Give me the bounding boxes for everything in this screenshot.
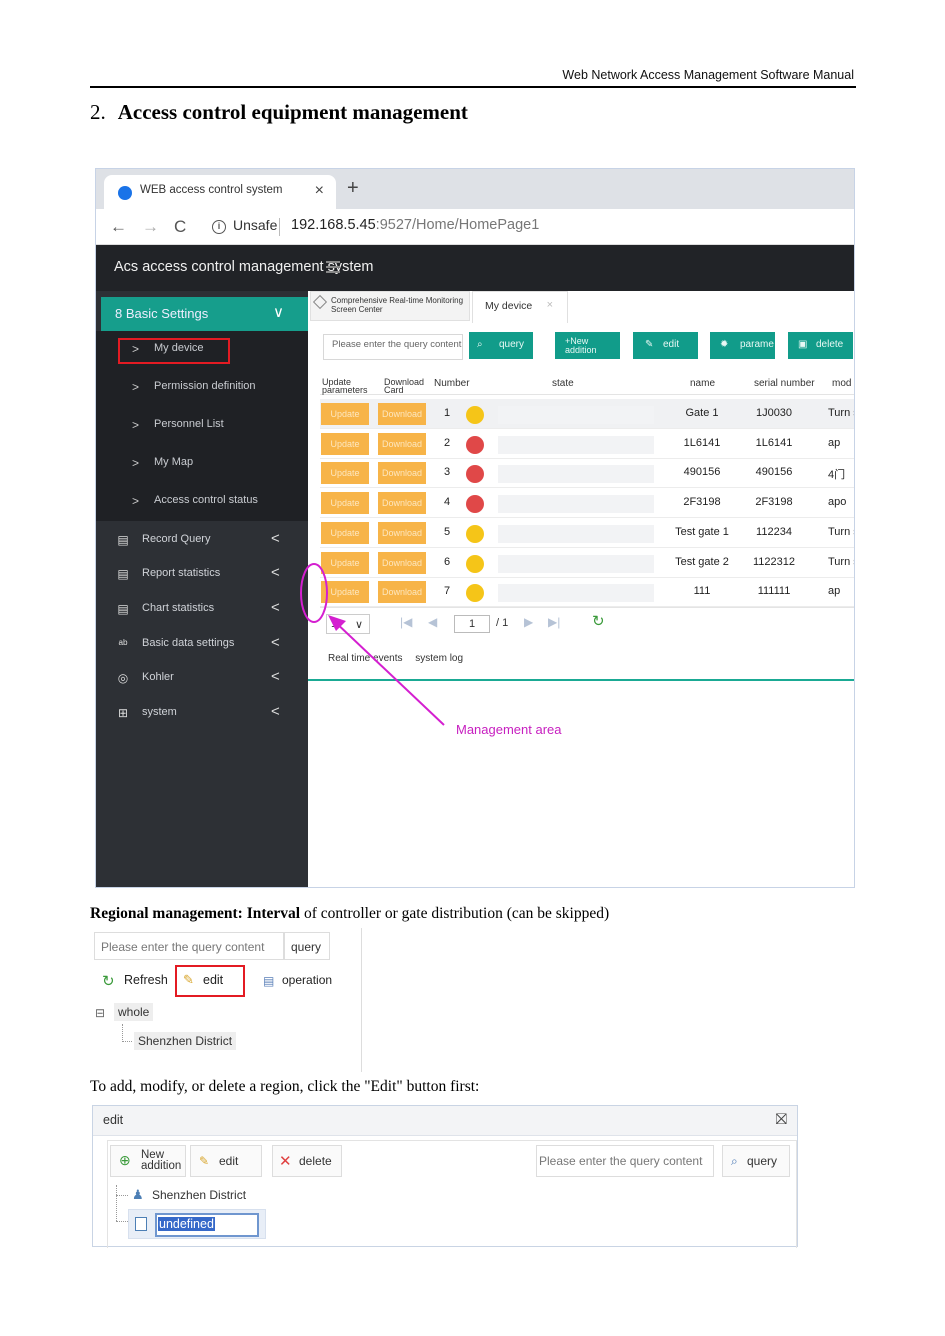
- dialog-new-label: New addition: [141, 1149, 182, 1172]
- tree-collapse-icon[interactable]: ⊟: [95, 1006, 105, 1020]
- dialog-new-button[interactable]: ⊕ New addition: [110, 1145, 186, 1177]
- tree-connector: [122, 1024, 123, 1042]
- regional-caption: Regional management: Interval of control…: [90, 905, 609, 923]
- tree-connector: [116, 1221, 128, 1222]
- dialog-title: edit: [103, 1113, 124, 1127]
- file-icon: [135, 1217, 147, 1231]
- tree-connector: [116, 1195, 128, 1196]
- dialog-query-label: query: [747, 1154, 778, 1168]
- refresh-icon[interactable]: ↻: [102, 972, 115, 990]
- tree-connector: [116, 1185, 117, 1221]
- tree-node-shenzhen[interactable]: Shenzhen District: [152, 1188, 246, 1202]
- manual-title: Web Network Access Management Software M…: [562, 68, 854, 82]
- dialog-search-input[interactable]: Please enter the query content: [536, 1145, 714, 1177]
- tree-node-shenzhen[interactable]: Shenzhen District: [134, 1032, 237, 1050]
- region-search-placeholder: Please enter the query content: [101, 940, 265, 954]
- dialog-header: edit ⛝: [93, 1106, 797, 1136]
- annotation-label: Management area: [456, 722, 562, 737]
- dialog-edit-label: edit: [219, 1154, 239, 1168]
- tree-node-new[interactable]: undefined: [128, 1209, 266, 1239]
- section-title: 2. Access control equipment management: [90, 100, 468, 125]
- users-icon: ♟: [132, 1187, 144, 1202]
- tree-node-whole[interactable]: whole: [114, 1003, 154, 1021]
- section-number: 2.: [90, 100, 106, 124]
- node-name-input[interactable]: undefined: [155, 1213, 259, 1237]
- pencil-icon: ✎: [183, 972, 194, 987]
- region-search-input[interactable]: Please enter the query content: [94, 932, 284, 960]
- search-icon: ⌕: [731, 1154, 738, 1168]
- annotation-overlay: [300, 563, 445, 726]
- region-query-label: query: [291, 940, 322, 954]
- annotation-arrow-line: [331, 618, 445, 726]
- dialog-delete-label: delete: [299, 1154, 332, 1168]
- edit-dialog: edit ⛝ ⊕ New addition ✎ edit ✕ delete Pleas…: [92, 1105, 798, 1248]
- dialog-search-placeholder: Please enter the query content: [539, 1154, 703, 1168]
- dialog-body: ⊕ New addition ✎ edit ✕ delete Please enter…: [107, 1140, 797, 1248]
- plus-circle-icon: ⊕: [119, 1152, 131, 1168]
- highlight-circle: [300, 563, 328, 623]
- edit-hint-caption: To add, modify, or delete a region, clic…: [90, 1078, 480, 1095]
- region-refresh-button[interactable]: Refresh: [124, 973, 168, 987]
- region-query-button[interactable]: query: [284, 932, 330, 960]
- region-edit-label: edit: [203, 973, 224, 987]
- page-header: Web Network Access Management Software M…: [90, 66, 856, 88]
- regional-caption-rest: of controller or gate distribution (can …: [300, 905, 610, 922]
- regional-caption-bold: Regional management: Interval: [90, 905, 301, 922]
- dialog-edit-button[interactable]: ✎ edit: [190, 1145, 262, 1177]
- close-icon[interactable]: ⛝: [776, 1111, 787, 1128]
- tree-connector: [122, 1041, 132, 1042]
- dialog-delete-button[interactable]: ✕ delete: [272, 1145, 342, 1177]
- region-edit-button[interactable]: ✎ edit: [175, 965, 245, 997]
- region-panel: Please enter the query content query ↻ R…: [90, 928, 362, 1072]
- region-operation-button[interactable]: operation: [282, 973, 332, 987]
- node-name-value: undefined: [158, 1217, 215, 1231]
- browser-screenshot: WEB access control system × + ← → C i Un…: [95, 168, 855, 888]
- x-icon: ✕: [279, 1153, 292, 1170]
- dialog-query-button[interactable]: ⌕ query: [722, 1145, 790, 1177]
- pencil-icon: ✎: [199, 1154, 210, 1168]
- section-heading: Access control equipment management: [117, 100, 468, 124]
- operation-icon: ▤: [263, 974, 275, 988]
